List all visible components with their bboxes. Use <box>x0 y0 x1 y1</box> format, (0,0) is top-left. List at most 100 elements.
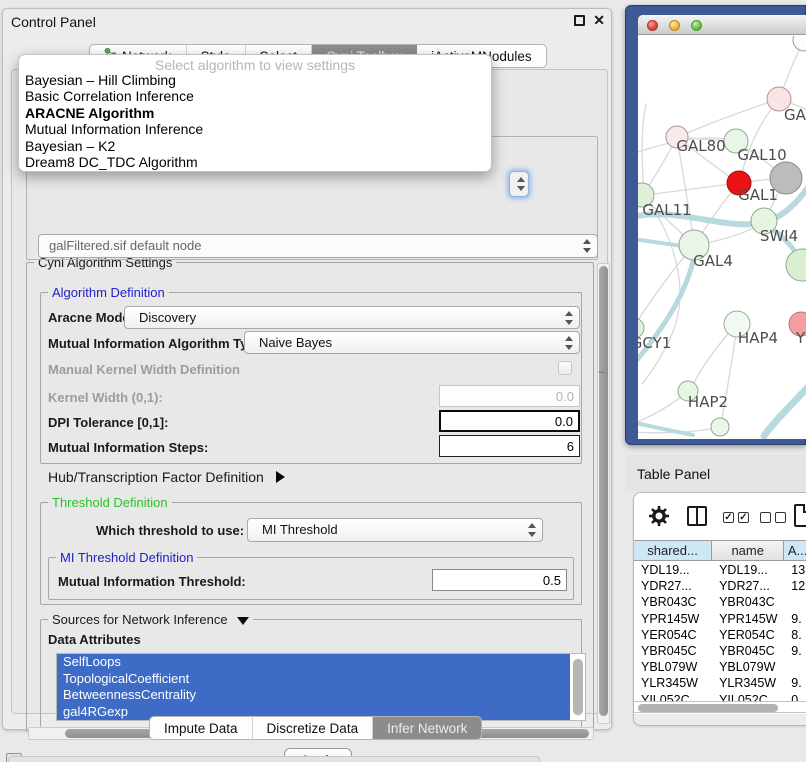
table-row[interactable]: YBR045CYBR045C9. <box>634 643 806 659</box>
table-row[interactable]: YIL052CYIL052C0. <box>634 692 806 702</box>
attribute-item-betweennesscentrality[interactable]: BetweennessCentrality <box>57 687 570 704</box>
manual-kernel-width-checkbox[interactable] <box>558 361 572 375</box>
algorithm-option-bayesian-k2[interactable]: Bayesian – K2 <box>19 138 491 154</box>
dpi-tolerance-label: DPI Tolerance [0,1]: <box>48 415 168 430</box>
attribute-item-topologicalcoefficient[interactable]: TopologicalCoefficient <box>57 671 570 688</box>
unchecked-checkbox-icon[interactable] <box>775 512 786 523</box>
tab-infer-network[interactable]: Infer Network <box>373 717 481 739</box>
mi-algorithm-type-label: Mutual Information Algorithm Type: <box>48 336 267 351</box>
node-label-hap2: HAP2 <box>688 393 728 411</box>
scrollbar-thumb[interactable] <box>638 704 778 712</box>
data-attributes-label: Data Attributes <box>48 632 141 647</box>
tab-discretize-data[interactable]: Discretize Data <box>253 717 374 739</box>
scrollbar-thumb[interactable] <box>599 266 608 716</box>
float-window-icon[interactable] <box>574 15 585 26</box>
dpi-tolerance-input[interactable] <box>439 410 580 432</box>
zoom-traffic-icon[interactable] <box>691 20 702 31</box>
kernel-width-input <box>439 385 580 407</box>
algorithm-combo-focused-end[interactable] <box>509 171 529 197</box>
export-table-icon[interactable] <box>794 504 806 527</box>
table-cell: YBR045C <box>712 643 784 659</box>
gear-icon[interactable] <box>649 506 669 531</box>
algorithm-option-aracne-algorithm[interactable]: ARACNE Algorithm <box>19 105 491 121</box>
table-cell: 9. <box>784 643 806 659</box>
table-cell: YLR345W <box>634 675 712 691</box>
table-cell: 12 <box>784 578 806 594</box>
table-row[interactable]: YBL079WYBL079W <box>634 659 806 675</box>
table-cell: YDR27... <box>634 578 712 594</box>
settings-vertical-scrollbar[interactable] <box>597 263 610 724</box>
mi-algorithm-type-combo[interactable]: Naive Bayes <box>244 331 580 354</box>
table-horizontal-scrollbar[interactable] <box>634 701 806 713</box>
attribute-item-selfloops[interactable]: SelfLoops <box>57 654 570 671</box>
tab-impute-data[interactable]: Impute Data <box>150 717 253 739</box>
network-edge[interactable] <box>642 195 680 384</box>
hidden-panel-edge <box>8 756 540 762</box>
table-cell: 9. <box>784 675 806 691</box>
close-icon[interactable]: ✕ <box>593 12 605 29</box>
network-view-frame[interactable]: GAL2GAL80GAL10GAL1GAL11SWI4GAL4GCY1HAP4Y… <box>625 5 806 445</box>
table-panel: ✓ ✓ shared...nameA... YDL19...YDL19...13… <box>633 492 806 726</box>
table-panel-titlebar: Table Panel <box>625 455 806 491</box>
algorithm-definition-title: Algorithm Definition <box>48 285 169 300</box>
attribute-list-scrollbar[interactable] <box>573 657 583 717</box>
table-cell: YLR345W <box>712 675 784 691</box>
column-visibility-icon[interactable] <box>687 506 707 526</box>
node-unlabeled-top[interactable] <box>793 36 806 51</box>
splitpane-handle[interactable]: ~ <box>598 367 604 379</box>
mi-threshold-input[interactable] <box>432 569 567 591</box>
node-label-gal2: GAL2 <box>784 106 806 124</box>
sources-title-text: Sources for Network Inference <box>52 612 228 627</box>
node-label-gal1: GAL1 <box>738 186 778 204</box>
unchecked-checkbox-icon[interactable] <box>760 512 771 523</box>
table-cell: YER054C <box>634 627 712 643</box>
algorithm-dropdown-placeholder: Select algorithm to view settings <box>19 55 491 72</box>
algorithm-option-bayesian-hill-climbing[interactable]: Bayesian – Hill Climbing <box>19 72 491 88</box>
mi-threshold-label: Mutual Information Threshold: <box>58 574 246 589</box>
aracne-mode-value: Discovery <box>139 310 196 325</box>
table-row[interactable]: YER054CYER054C8. <box>634 627 806 643</box>
which-threshold-combo[interactable]: MI Threshold <box>247 518 543 542</box>
table-cell: YBL079W <box>634 659 712 675</box>
table-cell: YPR145W <box>712 611 784 627</box>
algorithm-option-mutual-information-inference[interactable]: Mutual Information Inference <box>19 121 491 137</box>
table-cell: 9. <box>784 611 806 627</box>
aracne-mode-combo[interactable]: Discovery <box>124 306 580 329</box>
node-green-right[interactable] <box>786 249 806 281</box>
table-row[interactable]: YLR345WYLR345W9. <box>634 675 806 691</box>
table-row[interactable]: YBR043CYBR043C <box>634 594 806 610</box>
network-view-titlebar[interactable] <box>638 15 806 35</box>
combo-stepper-icon <box>516 177 525 191</box>
mi-algorithm-type-value: Naive Bayes <box>259 335 332 350</box>
algorithm-option-basic-correlation-inference[interactable]: Basic Correlation Inference <box>19 88 491 104</box>
node-bottom-small[interactable] <box>711 418 729 436</box>
control-panel-titlebar: Control Panel ✕ <box>3 9 611 35</box>
data-attributes-list[interactable]: SelfLoopsTopologicalCoefficientBetweenne… <box>56 653 586 721</box>
table-row[interactable]: YDR27...YDR27...12 <box>634 578 806 594</box>
network-view-window: GAL2GAL80GAL10GAL1GAL11SWI4GAL4GCY1HAP4Y… <box>638 15 806 439</box>
checked-checkbox-icon[interactable]: ✓ <box>738 512 749 523</box>
network-edge[interactable] <box>646 183 739 195</box>
minimize-traffic-icon[interactable] <box>669 20 680 31</box>
table-cell: YBL079W <box>712 659 784 675</box>
table-cell: YDR27... <box>712 578 784 594</box>
checked-checkbox-icon[interactable]: ✓ <box>723 512 734 523</box>
sources-title[interactable]: Sources for Network Inference <box>48 612 253 627</box>
column-header-a[interactable]: A... <box>784 541 806 560</box>
combo-stepper-icon <box>564 336 573 350</box>
network-canvas[interactable]: GAL2GAL80GAL10GAL1GAL11SWI4GAL4GCY1HAP4Y… <box>638 36 806 439</box>
table-row[interactable]: YDL19...YDL19...13 <box>634 562 806 578</box>
network-edge[interactable] <box>764 382 806 436</box>
table-data-combo[interactable]: galFiltered.sif default node <box>38 234 598 258</box>
hub-definition-expander[interactable]: Hub/Transcription Factor Definition <box>48 469 285 485</box>
algorithm-option-dream8-dc-tdc-algorithm[interactable]: Dream8 DC_TDC Algorithm <box>19 154 491 170</box>
column-header-name[interactable]: name <box>712 541 784 560</box>
node-label-gal10: GAL10 <box>737 146 786 164</box>
scrollbar-thumb[interactable] <box>573 659 583 715</box>
tab-infer-network-label: Infer Network <box>387 721 467 736</box>
network-edge[interactable] <box>642 104 646 194</box>
column-header-shared[interactable]: shared... <box>634 541 712 560</box>
close-traffic-icon[interactable] <box>647 20 658 31</box>
mi-steps-input[interactable] <box>439 435 580 457</box>
table-row[interactable]: YPR145WYPR145W9. <box>634 611 806 627</box>
